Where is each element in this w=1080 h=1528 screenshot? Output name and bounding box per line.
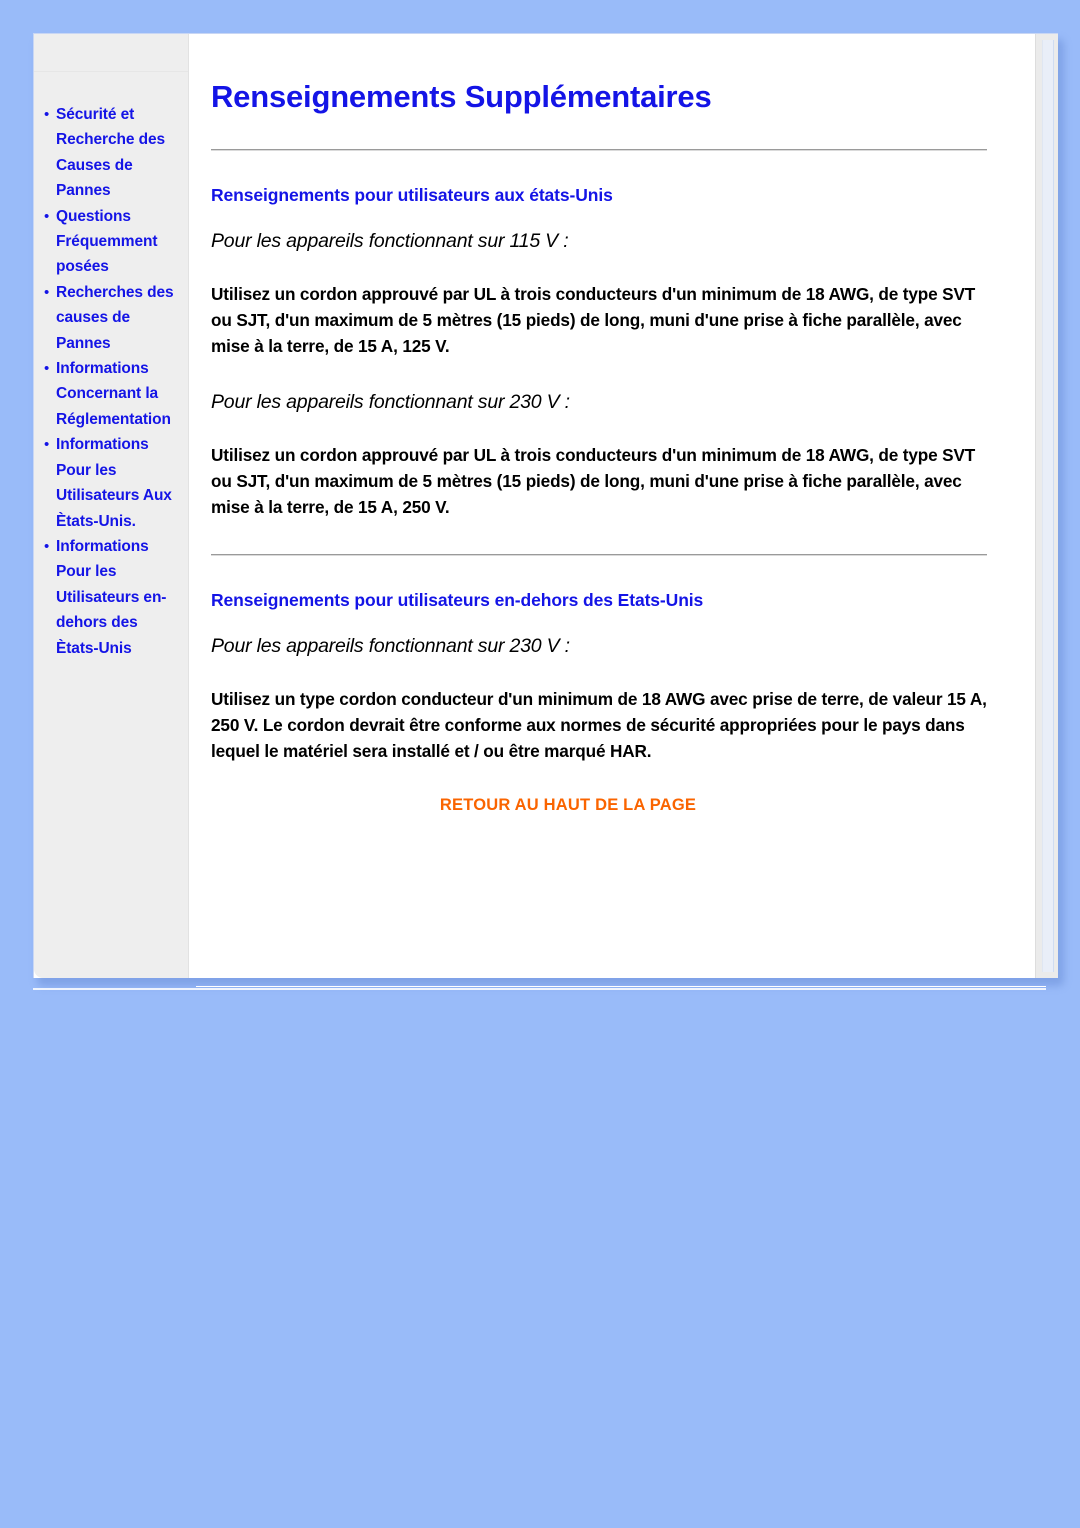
sidebar-item-informations-utilisateurs-etats-unis[interactable]: • Informations Pour les Utilisateurs Aux… <box>34 432 188 534</box>
bullet-icon: • <box>44 283 50 301</box>
back-to-top-link[interactable]: RETOUR AU HAUT DE LA PAGE <box>440 796 696 814</box>
subsection-body-230v-intl: Utilisez un type cordon conducteur d'un … <box>211 688 987 761</box>
bullet-icon: • <box>44 436 50 454</box>
page-card: • Sécurité et Recherche des Causes de Pa… <box>33 33 1058 978</box>
bullet-icon: • <box>44 360 50 378</box>
sidebar-link-list: • Sécurité et Recherche des Causes de Pa… <box>34 72 188 661</box>
section-title: Renseignements pour utilisateurs aux éta… <box>211 184 613 205</box>
sidebar-item-label[interactable]: Questions Fréquemment posées <box>56 208 158 276</box>
subsection-lead-230v-intl: Pour les appareils fonctionnant sur 230 … <box>211 634 570 657</box>
section-hors-etats-unis: Renseignements pour utilisateurs en-deho… <box>211 590 995 764</box>
sidebar-item-questions-frequemment-posees[interactable]: • Questions Fréquemment posées <box>34 204 188 280</box>
section-title: Renseignements pour utilisateurs en-deho… <box>211 589 704 610</box>
page-title: Renseignements Supplémentaires <box>211 79 712 114</box>
back-to-top-container: RETOUR AU HAUT DE LA PAGE <box>211 796 995 815</box>
sidebar-item-label[interactable]: Informations Pour les Utilisateurs Aux È… <box>56 436 172 529</box>
scrollbar-thumb[interactable] <box>1042 40 1054 972</box>
content-area: Renseignements Supplémentaires Renseigne… <box>189 34 1058 978</box>
section-divider-1 <box>211 148 987 151</box>
vertical-scrollbar[interactable] <box>1035 34 1058 978</box>
section-divider-2 <box>211 553 987 556</box>
page-underline-highlight <box>33 988 1046 990</box>
sidebar-item-recherches-causes-pannes[interactable]: • Recherches des causes de Pannes <box>34 280 188 356</box>
sidebar-item-securite-recherche-causes-pannes[interactable]: • Sécurité et Recherche des Causes de Pa… <box>34 102 188 204</box>
section-etats-unis: Renseignements pour utilisateurs aux éta… <box>211 185 995 520</box>
sidebar-item-label[interactable]: Recherches des causes de Pannes <box>56 284 174 352</box>
subsection-lead-230v: Pour les appareils fonctionnant sur 230 … <box>211 390 570 413</box>
sidebar-item-label[interactable]: Informations Concernant la Réglementatio… <box>56 360 171 428</box>
subsection-body-230v: Utilisez un cordon approuvé par UL à tro… <box>211 444 976 517</box>
subsection-lead-115v: Pour les appareils fonctionnant sur 115 … <box>211 229 569 252</box>
sidebar-navigation: • Sécurité et Recherche des Causes de Pa… <box>34 34 189 978</box>
sidebar-item-informations-reglementation[interactable]: • Informations Concernant la Réglementat… <box>34 356 188 432</box>
bullet-icon: • <box>44 537 50 555</box>
sidebar-item-label[interactable]: Informations Pour les Utilisateurs en-de… <box>56 538 166 657</box>
sidebar-item-label[interactable]: Sécurité et Recherche des Causes de Pann… <box>56 106 165 199</box>
bullet-icon: • <box>44 106 50 123</box>
page-card-frame: • Sécurité et Recherche des Causes de Pa… <box>33 33 1058 978</box>
sidebar-top-divider <box>34 34 188 72</box>
bullet-icon: • <box>44 207 50 225</box>
sidebar-item-informations-utilisateurs-hors-etats-unis[interactable]: • Informations Pour les Utilisateurs en-… <box>34 534 188 661</box>
page-underline-highlight-secondary <box>196 986 1046 987</box>
document-content: Renseignements Supplémentaires Renseigne… <box>189 34 1035 978</box>
subsection-body-115v: Utilisez un cordon approuvé par UL à tro… <box>211 283 976 356</box>
